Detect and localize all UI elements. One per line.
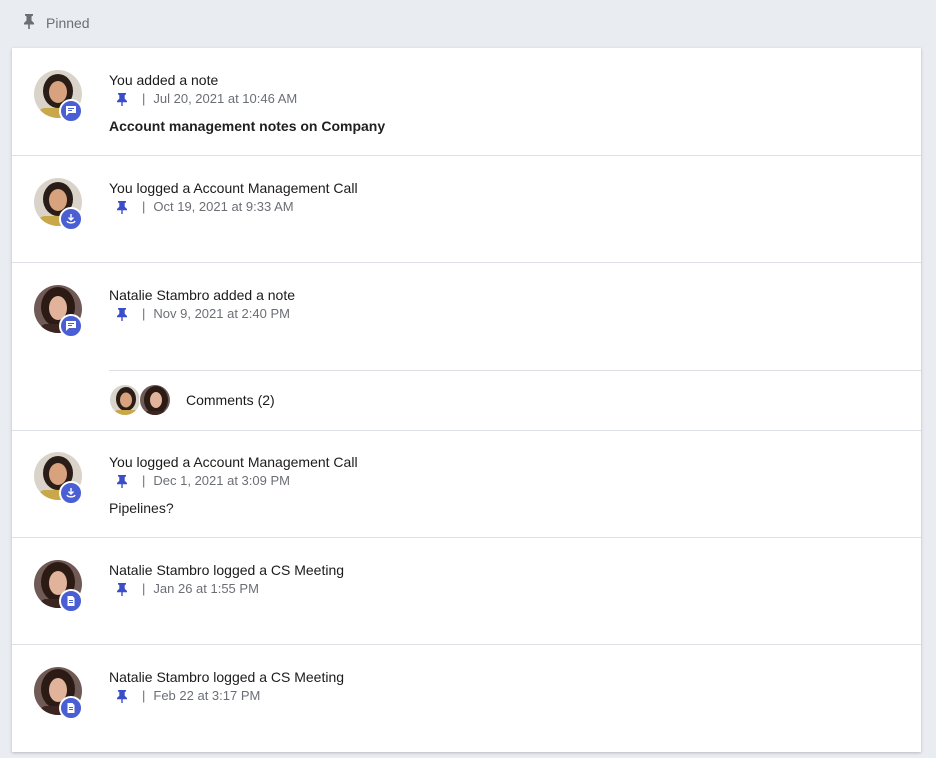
avatar (34, 560, 83, 613)
activity-date: Jul 20, 2021 at 10:46 AM (153, 91, 298, 106)
comments-label[interactable]: Comments (2) (186, 392, 275, 408)
meta-separator: | (142, 199, 146, 214)
activity-body: Account management notes on Company (109, 118, 386, 134)
pinned-header: Pinned (22, 13, 90, 32)
note-icon (59, 314, 83, 338)
activity-item[interactable]: Natalie Stambro added a note | Nov 9, 20… (12, 263, 921, 431)
activity-title[interactable]: Natalie Stambro added a note (109, 287, 295, 303)
activity-date: Dec 1, 2021 at 3:09 PM (153, 473, 290, 488)
activity-title[interactable]: You added a note (109, 72, 218, 88)
activity-item[interactable]: Natalie Stambro logged a CS Meeting | Ja… (12, 538, 921, 645)
activity-date: Jan 26 at 1:55 PM (153, 581, 259, 596)
activity-title[interactable]: Natalie Stambro logged a CS Meeting (109, 669, 344, 685)
avatar (34, 70, 83, 123)
note-icon (59, 99, 83, 123)
avatar (34, 285, 83, 338)
activity-meta: | Oct 19, 2021 at 9:33 AM (116, 199, 294, 214)
avatar (34, 667, 83, 720)
meta-separator: | (142, 91, 146, 106)
activity-item[interactable]: Natalie Stambro logged a CS Meeting | Fe… (12, 645, 921, 752)
activity-item[interactable]: You added a note | Jul 20, 2021 at 10:46… (12, 48, 921, 156)
activity-date: Feb 22 at 3:17 PM (153, 688, 261, 703)
activity-title[interactable]: You logged a Account Management Call (109, 180, 358, 196)
meta-separator: | (142, 306, 146, 321)
pinned-label: Pinned (46, 14, 90, 31)
pinned-icon[interactable] (116, 474, 128, 488)
activity-date: Oct 19, 2021 at 9:33 AM (153, 199, 294, 214)
pinned-icon[interactable] (116, 689, 128, 703)
avatar (34, 178, 83, 231)
activity-body: Pipelines? (109, 500, 174, 516)
activity-item[interactable]: You logged a Account Management Call | D… (12, 431, 921, 538)
pin-icon (22, 13, 36, 32)
comments-toggle[interactable]: Comments (2) (109, 384, 275, 416)
meta-separator: | (142, 581, 146, 596)
meta-separator: | (142, 473, 146, 488)
activity-meta: | Feb 22 at 3:17 PM (116, 688, 260, 703)
activity-item[interactable]: You logged a Account Management Call | O… (12, 156, 921, 263)
pinned-icon[interactable] (116, 200, 128, 214)
activity-meta: | Jul 20, 2021 at 10:46 AM (116, 91, 297, 106)
commenter-avatar (109, 384, 141, 416)
call-icon (59, 481, 83, 505)
meeting-icon (59, 696, 83, 720)
activity-date: Nov 9, 2021 at 2:40 PM (153, 306, 290, 321)
avatar (34, 452, 83, 505)
pinned-icon[interactable] (116, 582, 128, 596)
meeting-icon (59, 589, 83, 613)
activity-meta: | Jan 26 at 1:55 PM (116, 581, 259, 596)
meta-separator: | (142, 688, 146, 703)
activity-meta: | Dec 1, 2021 at 3:09 PM (116, 473, 290, 488)
comments-divider (109, 370, 921, 371)
commenter-avatar (139, 384, 171, 416)
activity-title[interactable]: You logged a Account Management Call (109, 454, 358, 470)
activity-meta: | Nov 9, 2021 at 2:40 PM (116, 306, 290, 321)
pinned-icon[interactable] (116, 92, 128, 106)
pinned-activity-list: You added a note | Jul 20, 2021 at 10:46… (12, 48, 921, 752)
call-icon (59, 207, 83, 231)
activity-title[interactable]: Natalie Stambro logged a CS Meeting (109, 562, 344, 578)
pinned-icon[interactable] (116, 307, 128, 321)
